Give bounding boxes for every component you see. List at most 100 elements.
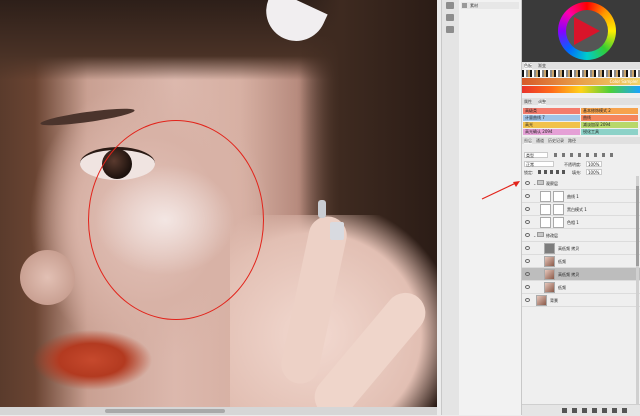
layers-panel-tabs: 图层 通道 历史记录 路径 — [522, 137, 640, 144]
delete-layer-icon[interactable] — [622, 408, 627, 413]
new-group-icon[interactable] — [602, 408, 607, 413]
layer-name: 高低频 拷贝 — [558, 272, 580, 277]
layer-name: 背景 — [550, 298, 558, 303]
swatch-strip[interactable] — [522, 70, 640, 77]
visibility-icon[interactable] — [525, 246, 530, 250]
action-cell[interactable]: 基本修饰模式 2 — [581, 108, 638, 114]
tab-swatches[interactable]: 色板 — [524, 63, 532, 69]
color-tabs: 色板 渐变 — [522, 62, 640, 69]
kind-value: 类型 — [526, 153, 534, 158]
layer-filter-row: 类型 — [524, 152, 638, 159]
action-label: 减淡加深 2094 — [583, 122, 611, 127]
layer-name: 高低频 拷贝 — [558, 246, 580, 251]
annotation-arrow — [481, 181, 520, 200]
action-cell[interactable]: 高光确认 2094 — [523, 129, 580, 135]
document-canvas[interactable] — [0, 0, 437, 407]
gradient-strip[interactable]: Color Sampler — [522, 78, 640, 85]
tab-adjustments[interactable]: 调整 — [538, 99, 546, 105]
layer-name: 曲线 1 — [567, 194, 579, 199]
layers-bottom-toolbar — [522, 404, 640, 416]
action-cell[interactable]: 锐化工具 — [581, 129, 638, 135]
group-expand-icon[interactable]: ⌄ — [533, 233, 536, 238]
swatch-panel-tabs: 属性 调整 — [522, 98, 640, 105]
action-label: 高光确认 2094 — [525, 129, 553, 134]
properties-panel-icon[interactable] — [446, 14, 454, 21]
action-label: 计量曲线 7 — [525, 115, 545, 120]
spectrum-strip[interactable] — [522, 86, 640, 93]
new-layer-icon[interactable] — [612, 408, 617, 413]
visibility-icon[interactable] — [525, 194, 530, 198]
action-cell[interactable]: 曲线 — [581, 115, 638, 121]
layer-row-background[interactable]: 背景 — [522, 294, 640, 307]
layer-mask-thumbnail — [553, 217, 564, 228]
visibility-icon[interactable] — [525, 220, 530, 224]
color-wheel-panel — [522, 0, 640, 62]
visibility-icon[interactable] — [525, 207, 530, 211]
group-expand-icon[interactable]: ⌄ — [533, 181, 536, 186]
layer-row[interactable]: 低频 — [522, 255, 640, 268]
brush-panel-icon[interactable] — [446, 26, 454, 33]
layer-row[interactable]: 低频 — [522, 281, 640, 294]
adjustment-thumbnail — [540, 191, 551, 202]
layer-mask-thumbnail — [553, 204, 564, 215]
add-mask-icon[interactable] — [582, 408, 587, 413]
scrollbar-thumb[interactable] — [636, 186, 639, 266]
layer-row[interactable]: 黑白模式 1 — [522, 203, 640, 216]
layer-kind-filter[interactable]: 类型 — [524, 152, 548, 158]
action-cell[interactable]: 高光 — [523, 122, 580, 128]
layers-scrollbar[interactable] — [636, 176, 639, 404]
layer-name: 观察层 — [546, 181, 558, 186]
layer-row-selected[interactable]: 高低频 拷贝 — [522, 268, 640, 281]
history-panel-icon[interactable] — [446, 2, 454, 9]
lock-icons[interactable] — [538, 170, 568, 174]
visibility-icon[interactable] — [525, 272, 530, 276]
fill-input[interactable]: 100% — [586, 169, 602, 175]
layer-group[interactable]: ⌄ 修改层 — [522, 229, 640, 242]
layer-row[interactable]: 色相 1 — [522, 216, 640, 229]
sampler-note: Color Sampler — [609, 79, 638, 84]
tab-channels[interactable]: 通道 — [536, 138, 544, 144]
link-layers-icon[interactable] — [562, 408, 567, 413]
canvas-horizontal-scrollbar[interactable] — [0, 407, 437, 415]
action-cell[interactable]: 计量曲线 7 — [523, 115, 580, 121]
layer-name: 修改层 — [546, 233, 558, 238]
color-picker-triangle[interactable] — [574, 17, 600, 45]
opacity-label: 不透明度: — [564, 162, 582, 167]
history-panel: 素材 — [459, 0, 521, 415]
layer-name: 色相 1 — [567, 220, 579, 225]
layer-name: 低频 — [558, 259, 566, 264]
visibility-icon[interactable] — [525, 181, 530, 185]
opacity-input[interactable]: 100% — [586, 161, 602, 167]
right-panel-dock: 色板 渐变 Color Sampler 属性 调整 高级类 基本修饰模式 2 计… — [522, 0, 640, 416]
tab-properties[interactable]: 属性 — [524, 99, 532, 105]
layer-name: 低频 — [558, 285, 566, 290]
action-label: 锐化工具 — [583, 129, 599, 134]
tab-layers[interactable]: 图层 — [524, 138, 532, 144]
action-cell[interactable]: 减淡加深 2094 — [581, 122, 638, 128]
layer-thumbnail — [544, 282, 555, 293]
scrollbar-thumb[interactable] — [105, 409, 225, 413]
visibility-icon[interactable] — [525, 233, 530, 237]
tab-paths[interactable]: 路径 — [568, 138, 576, 144]
snapshot-icon — [462, 3, 467, 8]
tab-gradients[interactable]: 渐变 — [538, 63, 546, 69]
adjustment-layer-icon[interactable] — [592, 408, 597, 413]
photo-earring — [318, 200, 326, 218]
photo-nose — [20, 250, 75, 305]
blend-mode-select[interactable]: 正常 — [524, 161, 554, 167]
action-label: 曲线 — [583, 115, 591, 120]
layer-row[interactable]: 高低频 拷贝 — [522, 242, 640, 255]
layer-row[interactable]: 曲线 1 — [522, 190, 640, 203]
layer-group[interactable]: ⌄ 观察层 — [522, 177, 640, 190]
visibility-icon[interactable] — [525, 285, 530, 289]
adjustment-thumbnail — [540, 217, 551, 228]
history-entry[interactable]: 素材 — [461, 2, 519, 9]
action-cell[interactable]: 高级类 — [523, 108, 580, 114]
visibility-icon[interactable] — [525, 259, 530, 263]
adjustment-thumbnail — [540, 204, 551, 215]
photo-earring-charm — [330, 222, 344, 240]
filter-icons[interactable] — [554, 153, 614, 157]
tab-history[interactable]: 历史记录 — [548, 138, 564, 144]
layer-style-icon[interactable] — [572, 408, 577, 413]
visibility-icon[interactable] — [525, 298, 530, 302]
